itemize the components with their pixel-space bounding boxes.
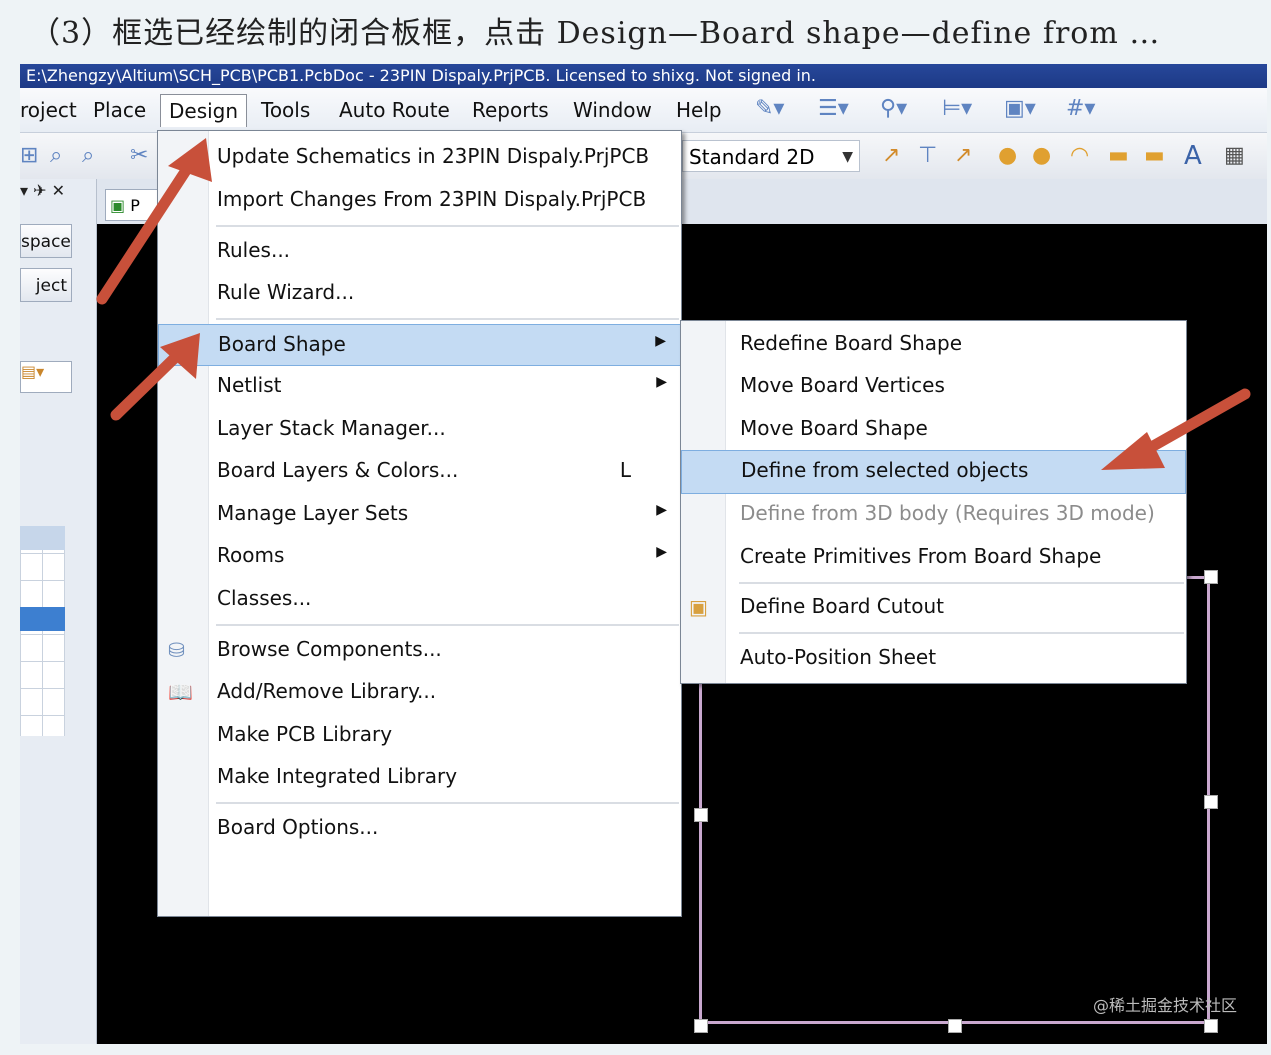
diff-pair-icon[interactable]: ↗ — [954, 143, 972, 168]
selection-handle[interactable] — [694, 808, 708, 822]
arc-icon[interactable]: ◠ — [1070, 143, 1089, 168]
zoom-icon[interactable]: ⌕ — [50, 143, 62, 168]
selection-handle[interactable] — [1204, 795, 1218, 809]
menu-item-classes[interactable]: Classes... — [158, 579, 681, 619]
pad-icon[interactable]: ● — [998, 143, 1017, 168]
view-mode-value: Standard 2D — [689, 145, 815, 169]
menu-separator — [216, 624, 679, 626]
string-icon[interactable]: A — [1184, 141, 1202, 171]
room-tool-icon[interactable]: ▣▾ — [1004, 96, 1036, 121]
menu-item-add-remove-library[interactable]: 📖 Add/Remove Library... — [158, 672, 681, 712]
workspace-button[interactable]: space — [20, 224, 72, 258]
menu-item-browse-components[interactable]: ⛁ Browse Components... — [158, 630, 681, 670]
component-icon[interactable]: ▦ — [1224, 143, 1245, 168]
tree-header — [20, 526, 65, 550]
menu-item-define-from-3d-body: Define from 3D body (Requires 3D mode) — [740, 501, 1155, 525]
menu-item-board-shape[interactable]: Board Shape ▶ — [158, 324, 681, 366]
menu-design[interactable]: Design — [160, 94, 248, 127]
annotation-arrow-design — [96, 138, 212, 305]
menu-item-netlist[interactable]: Netlist ▶ — [158, 366, 681, 406]
tutorial-caption: （3）框选已经绘制的闭合板框，点击 Design—Board shape—def… — [30, 16, 1161, 51]
library-icon: 📖 — [168, 680, 193, 704]
menu-item-rooms[interactable]: Rooms ▶ — [158, 536, 681, 576]
menu-tools[interactable]: Tools — [261, 98, 310, 122]
menu-reports[interactable]: Reports — [472, 98, 549, 122]
menu-item-board-layers-colors[interactable]: Board Layers & Colors... L — [158, 451, 681, 491]
find-tool-icon[interactable]: ⚲▾ — [880, 96, 907, 121]
menu-separator — [739, 582, 1184, 584]
view-mode-select[interactable]: Standard 2D ▼ — [682, 140, 860, 172]
menu-item-board-options[interactable]: Board Options... — [158, 808, 681, 848]
fanout-icon[interactable]: ⊤ — [918, 143, 937, 168]
window-title: E:\Zhengzy\Altium\SCH_PCB\PCB1.PcbDoc - … — [20, 64, 1267, 88]
chevron-down-icon: ▼ — [842, 149, 853, 165]
selection-handle[interactable] — [948, 1019, 962, 1033]
via-icon[interactable]: ● — [1032, 143, 1051, 168]
menu-item-manage-layer-sets[interactable]: Manage Layer Sets ▶ — [158, 494, 681, 534]
menu-item-layer-stack-manager[interactable]: Layer Stack Manager... — [158, 409, 681, 449]
cutout-icon: ▣ — [689, 595, 708, 619]
menu-separator — [216, 802, 679, 804]
menu-item-redefine-board-shape[interactable]: Redefine Board Shape — [681, 324, 1186, 364]
menu-item-make-pcb-library[interactable]: Make PCB Library — [158, 715, 681, 755]
annotation-arrow-define-selected — [1101, 388, 1251, 470]
menu-item-make-integrated-library[interactable]: Make Integrated Library — [158, 757, 681, 797]
selection-handle[interactable] — [1204, 570, 1218, 584]
menu-place[interactable]: Place — [93, 98, 146, 122]
route-icon[interactable]: ↗ — [882, 143, 900, 168]
board-shape-submenu: Redefine Board Shape Move Board Vertices… — [680, 320, 1187, 684]
submenu-arrow-icon: ▶ — [656, 502, 667, 518]
menu-window[interactable]: Window — [573, 98, 652, 122]
polygon-icon[interactable]: ▬ — [1144, 143, 1165, 168]
menu-item-create-primitives[interactable]: Create Primitives From Board Shape — [681, 537, 1186, 577]
selection-handle[interactable] — [694, 1019, 708, 1033]
submenu-arrow-icon: ▶ — [655, 333, 666, 349]
project-tree[interactable] — [20, 526, 65, 736]
app-screenshot: E:\Zhengzy\Altium\SCH_PCB\PCB1.PcbDoc - … — [20, 64, 1267, 1044]
menu-project[interactable]: roject — [20, 98, 77, 122]
menu-separator — [216, 225, 679, 227]
snap-icon[interactable]: ⊞ — [20, 143, 38, 168]
menu-separator — [216, 318, 679, 320]
menu-separator — [739, 632, 1184, 634]
grid-tool-icon[interactable]: #▾ — [1066, 96, 1095, 121]
submenu-arrow-icon: ▶ — [656, 374, 667, 390]
browse-components-icon: ⛁ — [168, 638, 185, 662]
project-button[interactable]: ject — [20, 268, 72, 302]
menu-item-define-board-cutout[interactable]: ▣ Define Board Cutout — [681, 587, 1186, 627]
align-tool-icon[interactable]: ☰▾ — [818, 96, 849, 121]
wire-tool-icon[interactable]: ✎▾ — [755, 96, 784, 121]
menu-item-auto-position-sheet[interactable]: Auto-Position Sheet — [681, 638, 1186, 678]
menu-auto-route[interactable]: Auto Route — [339, 98, 450, 122]
document-dropdown[interactable]: ▤▾ — [20, 361, 72, 393]
fill-icon[interactable]: ▬ — [1108, 143, 1129, 168]
submenu-arrow-icon: ▶ — [656, 544, 667, 560]
tree-selected-row[interactable] — [20, 607, 65, 631]
menu-help[interactable]: Help — [676, 98, 722, 122]
measure-tool-icon[interactable]: ⊨▾ — [942, 96, 972, 121]
annotation-arrow-board-shape — [110, 333, 200, 421]
watermark: @稀土掘金技术社区 — [1092, 996, 1237, 1015]
selection-handle[interactable] — [1204, 1019, 1218, 1033]
